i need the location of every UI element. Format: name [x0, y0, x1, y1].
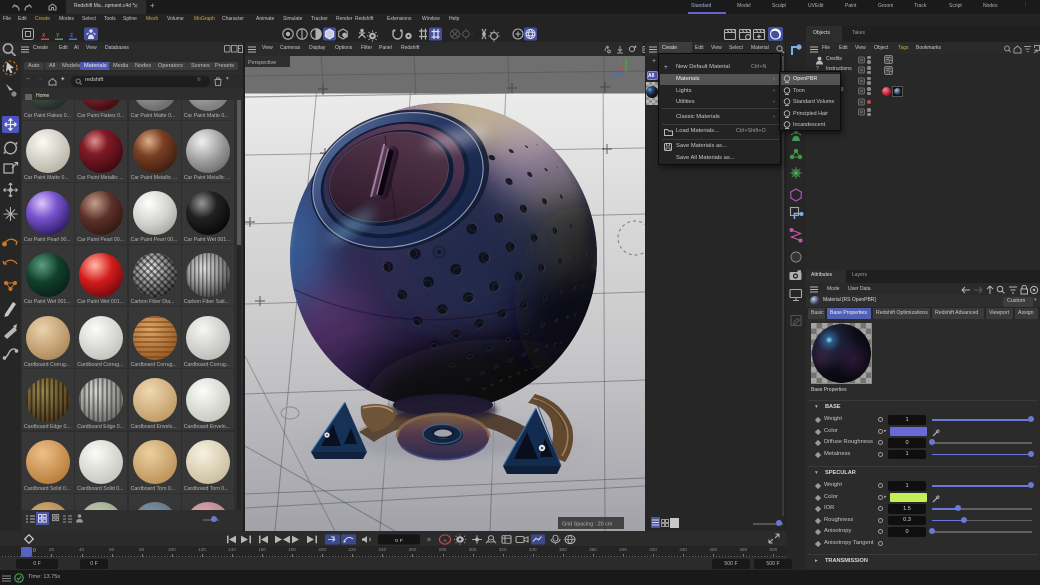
svg-text:Grid Spacing : 20 cm: Grid Spacing : 20 cm	[562, 522, 613, 528]
svg-text:Perspective: Perspective	[248, 60, 276, 66]
svg-text:A: A	[443, 538, 447, 543]
svg-text:Z: Z	[70, 33, 73, 39]
svg-text:Y: Y	[56, 33, 60, 39]
svg-text:0 F: 0 F	[395, 538, 403, 543]
svg-text:X: X	[42, 33, 46, 39]
